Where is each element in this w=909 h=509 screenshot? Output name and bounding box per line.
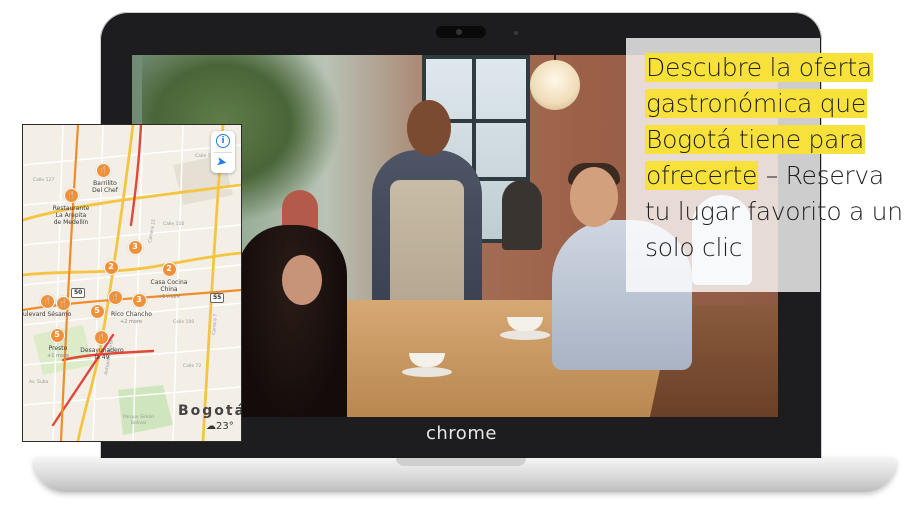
weather-widget: ☁23° bbox=[206, 421, 234, 432]
divider bbox=[214, 152, 232, 153]
pin-label: Barrilito Del Chef bbox=[92, 180, 118, 194]
restaurant-pin[interactable] bbox=[63, 187, 79, 203]
restaurant-pin[interactable] bbox=[55, 295, 71, 311]
waitress-head bbox=[407, 100, 451, 156]
pin-label: Casa Cocina China +1 more bbox=[150, 279, 188, 300]
microphone-dot bbox=[514, 31, 518, 35]
restaurant-pin[interactable] bbox=[93, 329, 109, 345]
map-inset[interactable]: Calle 134 Calle 127 Calle 116 Calle 100 … bbox=[22, 124, 242, 442]
cluster-pin[interactable]: 2 bbox=[103, 259, 119, 275]
street-label: Parque Simón bbox=[123, 413, 154, 420]
map-controls: i ➤ bbox=[211, 131, 235, 173]
cloud-icon: ☁ bbox=[206, 421, 216, 432]
pin-label: Restaurante La Arepita de Medellín bbox=[52, 205, 90, 226]
promo-line: Descubre la oferta bbox=[645, 53, 873, 82]
waitress-apron bbox=[390, 180, 464, 315]
chrome-brand-logo: chrome bbox=[426, 423, 497, 444]
restaurant-pin[interactable] bbox=[39, 293, 55, 309]
background-diner bbox=[502, 180, 542, 250]
promo-line: ofrecerte bbox=[645, 161, 759, 190]
promo-line: solo clic bbox=[645, 233, 743, 262]
street-label: Calle 72 bbox=[183, 363, 201, 369]
temperature: 23° bbox=[216, 421, 234, 432]
cluster-pin[interactable]: 3 bbox=[127, 239, 143, 255]
info-icon[interactable]: i bbox=[216, 134, 230, 148]
cluster-pin[interactable]: 5 bbox=[49, 327, 65, 343]
route-shield: 50 bbox=[71, 288, 86, 298]
street-label: Calle 100 bbox=[173, 319, 194, 325]
pin-label: Rico Chancho +2 more bbox=[111, 311, 152, 325]
street-label: Calle 116 bbox=[163, 221, 184, 227]
pin-label: Desayunadero la 49 bbox=[80, 347, 124, 361]
restaurant-pin[interactable] bbox=[107, 289, 123, 305]
female-diner-face bbox=[282, 255, 322, 305]
map-roads: Calle 134 Calle 127 Calle 116 Calle 100 … bbox=[23, 125, 241, 441]
saucer bbox=[402, 367, 452, 377]
cluster-pin[interactable]: 3 bbox=[131, 292, 147, 308]
city-label: Bogotá bbox=[178, 403, 242, 419]
saucer bbox=[500, 330, 550, 340]
laptop-notch bbox=[396, 458, 526, 466]
street-label: Bolívar bbox=[131, 419, 147, 426]
street-label: Av. Suba bbox=[29, 379, 49, 385]
promo-line: tu lugar favorito a un bbox=[645, 197, 903, 226]
location-arrow-icon[interactable]: ➤ bbox=[215, 154, 228, 171]
promo-line: Bogotá tiene para bbox=[645, 125, 866, 154]
cluster-pin[interactable]: 5 bbox=[89, 303, 105, 319]
pendant-lamp bbox=[530, 60, 580, 110]
cluster-pin[interactable]: 2 bbox=[161, 261, 177, 277]
webcam-icon bbox=[436, 26, 486, 38]
route-shield: 55 bbox=[210, 293, 225, 303]
pin-label: ulevard Sésamo bbox=[23, 311, 72, 318]
promo-line: gastronómica que bbox=[645, 89, 867, 118]
restaurant-pin[interactable] bbox=[95, 162, 111, 178]
male-diner-head bbox=[570, 167, 618, 227]
promo-line-end: – Reserva bbox=[758, 161, 884, 190]
street-label: Calle 127 bbox=[33, 177, 54, 183]
promo-text: Descubre la oferta gastronómica que Bogo… bbox=[645, 50, 909, 266]
female-diner bbox=[237, 225, 347, 417]
pin-label: Presto +1 more bbox=[47, 345, 69, 359]
